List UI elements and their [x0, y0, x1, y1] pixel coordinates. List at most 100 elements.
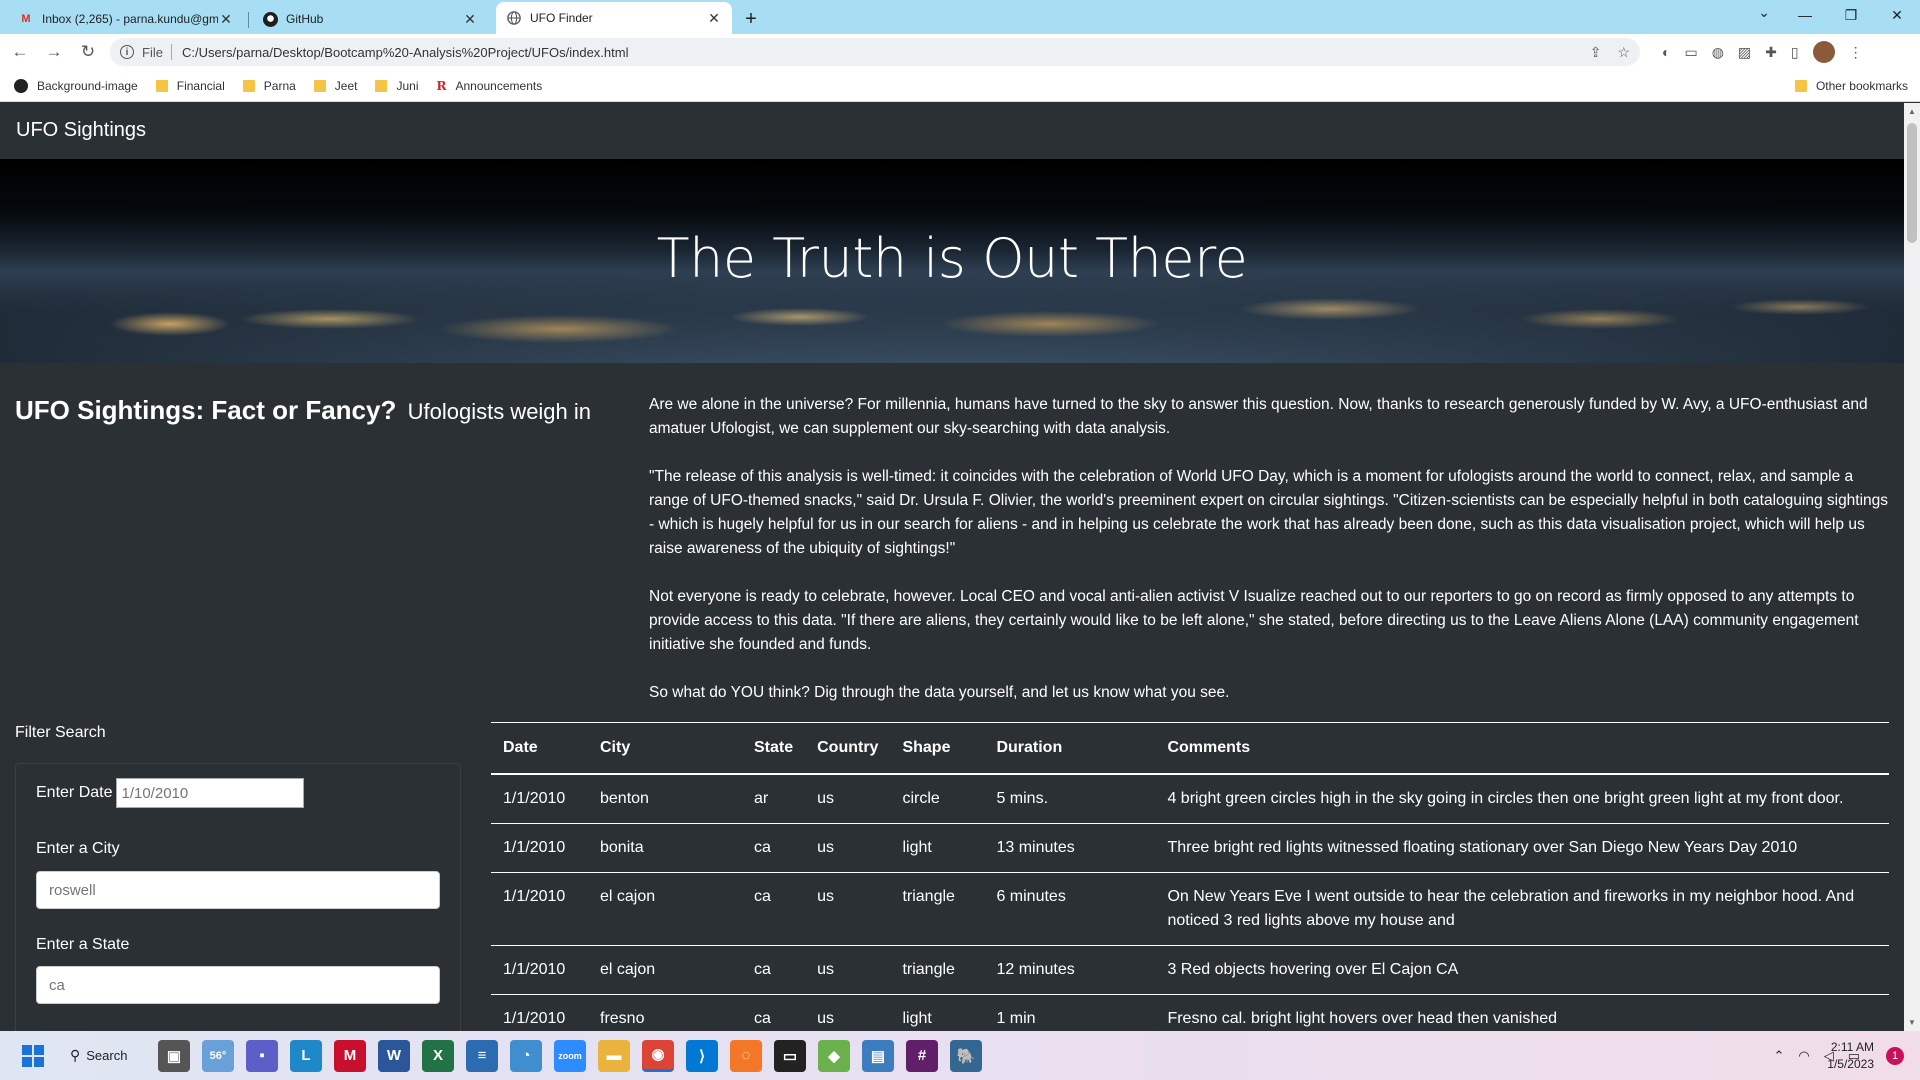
- wifi-icon[interactable]: ◠: [1798, 1048, 1809, 1064]
- control-panel-icon[interactable]: ◔: [510, 1039, 542, 1072]
- excel-icon[interactable]: X: [422, 1039, 454, 1072]
- bookmark-parna[interactable]: Parna: [242, 78, 296, 93]
- minimize-button[interactable]: —: [1782, 0, 1828, 30]
- slack-icon[interactable]: #: [906, 1039, 938, 1072]
- article-paragraph: Are we alone in the universe? For millen…: [649, 396, 1868, 437]
- page-scrollbar[interactable]: ▲ ▼: [1904, 103, 1920, 1031]
- tab-search-chevron-icon[interactable]: ⌄: [1758, 4, 1770, 21]
- close-icon[interactable]: ✕: [706, 10, 722, 27]
- puzzle-icon[interactable]: ✚: [1765, 44, 1777, 61]
- weather-icon[interactable]: 56°: [202, 1039, 234, 1072]
- scroll-up-icon[interactable]: ▲: [1908, 107, 1916, 116]
- system-clock[interactable]: 2:11 AM 1/5/2023: [1827, 1039, 1874, 1073]
- forward-arrow-icon[interactable]: →: [40, 38, 68, 66]
- bookmark-label: Jeet: [334, 78, 358, 93]
- postgres-icon[interactable]: 🐘: [950, 1039, 982, 1072]
- scrollbar-thumb[interactable]: [1907, 123, 1917, 243]
- taskbar-search[interactable]: ⚲ Search: [60, 1040, 146, 1072]
- table-cell: Fresno cal. bright light hovers over hea…: [1155, 994, 1889, 1031]
- date-input[interactable]: [116, 778, 305, 808]
- pgadmin-icon[interactable]: ▤: [862, 1039, 894, 1072]
- tab-title: Inbox (2,265) - parna.kundu@gm: [42, 12, 218, 26]
- table-cell: 13 minutes: [984, 823, 1156, 873]
- hero-title: The Truth is Out There: [656, 227, 1248, 290]
- r-icon: R: [436, 78, 447, 93]
- terminal-icon[interactable]: ▭: [774, 1039, 806, 1072]
- jupyter-icon[interactable]: ◌: [730, 1039, 762, 1072]
- bookmark-label: Parna: [263, 78, 296, 93]
- window-controls: — ❐ ✕: [1782, 0, 1920, 30]
- bookmarks-bar: Background-image Financial Parna Jeet Ju…: [0, 70, 1920, 102]
- table-cell: us: [805, 872, 891, 946]
- table-row: 1/1/2010 benton ar us circle 5 mins. 4 b…: [491, 773, 1889, 824]
- bookmark-juni[interactable]: Juni: [375, 79, 419, 93]
- kebab-menu-icon[interactable]: ⋮: [1849, 44, 1863, 61]
- info-icon[interactable]: i: [120, 45, 134, 59]
- other-bookmarks[interactable]: Other bookmarks: [1794, 79, 1908, 93]
- extension-icon[interactable]: ▨: [1738, 44, 1751, 61]
- scroll-down-icon[interactable]: ▼: [1908, 1018, 1916, 1027]
- table-header-row: Date City State Country Shape Duration C…: [491, 722, 1889, 775]
- zoom-icon[interactable]: zoom: [554, 1039, 586, 1072]
- extension-icon[interactable]: ◍: [1712, 44, 1724, 61]
- state-input[interactable]: [36, 966, 440, 1004]
- bookmark-jeet[interactable]: Jeet: [313, 78, 358, 93]
- teams-icon[interactable]: ▪: [246, 1039, 278, 1072]
- tab-github[interactable]: GitHub ✕: [252, 4, 488, 34]
- table-cell: el cajon: [588, 945, 742, 995]
- column-header: State: [742, 722, 806, 775]
- search-icon: ⚲: [70, 1047, 81, 1063]
- column-header: Duration: [984, 722, 1156, 775]
- close-window-button[interactable]: ✕: [1874, 0, 1920, 30]
- url-text[interactable]: C:/Users/parna/Desktop/Bootcamp%20-Analy…: [182, 45, 629, 60]
- avatar[interactable]: [1812, 41, 1835, 63]
- tab-ufo-finder[interactable]: UFO Finder ✕: [496, 2, 732, 34]
- bookmark-financial[interactable]: Financial: [155, 79, 225, 93]
- clock-date: 1/5/2023: [1827, 1057, 1874, 1071]
- chrome-icon[interactable]: ◉: [642, 1039, 674, 1072]
- side-panel-icon[interactable]: ▯: [1791, 44, 1799, 61]
- table-cell: us: [805, 994, 891, 1031]
- bookmark-background-image[interactable]: Background-image: [14, 78, 138, 93]
- windows-start-icon[interactable]: [22, 1044, 44, 1067]
- clock-time: 2:11 AM: [1830, 1040, 1874, 1054]
- table-cell: light: [890, 823, 985, 873]
- maximize-button[interactable]: ❐: [1828, 0, 1874, 30]
- vscode-icon[interactable]: ⟩: [686, 1039, 718, 1072]
- folder-icon: [155, 79, 168, 92]
- column-header: Country: [805, 722, 891, 775]
- table-row: 1/1/2010 fresno ca us light 1 min Fresno…: [491, 994, 1889, 1031]
- git-icon[interactable]: ◆: [818, 1039, 850, 1072]
- column-header: City: [588, 722, 742, 775]
- word-icon[interactable]: W: [378, 1039, 410, 1072]
- file-explorer-icon[interactable]: ▬: [598, 1039, 630, 1072]
- date-filter: Enter Date: [36, 778, 305, 808]
- close-icon[interactable]: ✕: [462, 11, 478, 28]
- back-arrow-icon[interactable]: ←: [6, 38, 34, 66]
- table-cell: 6 minutes: [984, 872, 1156, 946]
- tab-gmail[interactable]: M Inbox (2,265) - parna.kundu@gm ✕: [8, 4, 249, 34]
- task-view-icon[interactable]: ▣: [158, 1039, 190, 1072]
- extension-icon[interactable]: ◐: [1662, 44, 1670, 60]
- close-icon[interactable]: ✕: [218, 11, 234, 28]
- chevron-up-icon[interactable]: ⌃: [1773, 1048, 1784, 1064]
- table-cell: us: [805, 945, 891, 995]
- address-bar[interactable]: i File C:/Users/parna/Desktop/Bootcamp%2…: [110, 38, 1640, 66]
- column-header: Comments: [1155, 722, 1889, 775]
- table-cell: 1/1/2010: [491, 872, 588, 946]
- city-input[interactable]: [36, 871, 440, 909]
- tab-title: GitHub: [286, 12, 324, 26]
- extension-icon[interactable]: ▭: [1684, 44, 1697, 61]
- l-app-icon[interactable]: L: [290, 1039, 322, 1072]
- notification-badge[interactable]: 1: [1886, 1047, 1904, 1065]
- notepad-icon[interactable]: ≡: [466, 1039, 498, 1072]
- table-cell: triangle: [890, 945, 985, 995]
- share-icon[interactable]: ⇪: [1590, 44, 1602, 61]
- extensions-area: ◐ ▭ ◍ ▨ ✚ ▯ ⋮: [1662, 34, 1863, 70]
- reload-icon[interactable]: ↻: [74, 38, 102, 66]
- bookmark-announcements[interactable]: R Announcements: [437, 79, 543, 93]
- bookmark-star-icon[interactable]: ☆: [1617, 44, 1630, 61]
- new-tab-button[interactable]: +: [736, 4, 766, 34]
- navbar-brand[interactable]: UFO Sightings: [16, 119, 146, 142]
- mcafee-icon[interactable]: M: [334, 1039, 366, 1072]
